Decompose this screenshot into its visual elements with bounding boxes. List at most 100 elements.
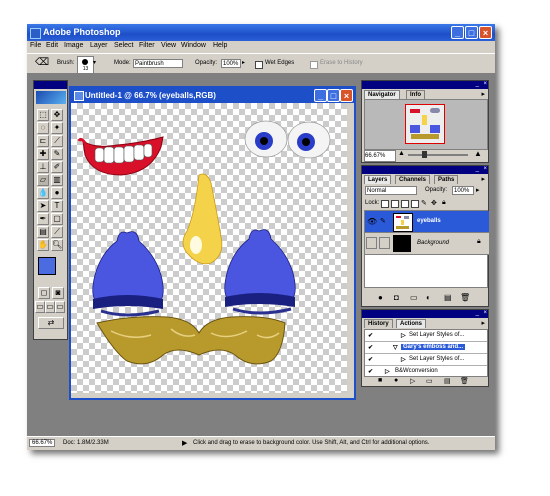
gradient-tool-icon[interactable]: ▥ — [51, 174, 63, 186]
adobe-online-icon[interactable] — [36, 91, 66, 104]
eraser-tool-icon[interactable]: ▱ — [37, 174, 49, 186]
eyedropper-tool-icon[interactable]: ⟋ — [51, 226, 63, 238]
navigator-titlebar[interactable]: _ × — [362, 81, 488, 89]
menu-window[interactable]: Window — [181, 42, 206, 49]
tab-navigator[interactable]: Navigator — [364, 90, 400, 99]
doc-close-button[interactable]: × — [340, 89, 353, 102]
lasso-tool-icon[interactable]: ◌ — [37, 122, 49, 134]
mode-select[interactable]: Paintbrush — [133, 59, 183, 68]
window-titlebar[interactable]: Adobe Photoshop _ □ × — [27, 24, 495, 41]
hand-tool-icon[interactable]: ✋ — [37, 239, 49, 251]
layer-style-icon[interactable]: ● — [378, 293, 383, 302]
visibility-toggle-box[interactable] — [366, 237, 377, 249]
status-arrow-icon[interactable]: ▶ — [182, 439, 187, 447]
doc-maximize-button[interactable]: □ — [327, 89, 340, 102]
standard-mode-icon[interactable]: ◻ — [38, 287, 50, 299]
palette-menu-arrow-icon[interactable]: ▸ — [481, 90, 485, 98]
tab-info[interactable]: Info — [406, 90, 425, 99]
trash-icon[interactable]: 🗑︎ — [460, 293, 470, 302]
layer-mask-icon[interactable]: ◘ — [394, 293, 399, 302]
play-icon[interactable]: ▷ — [410, 377, 415, 385]
adjustment-layer-icon[interactable]: ◐ — [426, 293, 431, 302]
path-select-tool-icon[interactable]: ➤ — [37, 200, 49, 212]
lock-image-checkbox[interactable] — [391, 200, 399, 208]
zoom-slider[interactable] — [408, 151, 468, 158]
notes-tool-icon[interactable]: ▤ — [37, 226, 49, 238]
history-brush-icon[interactable]: ✐ — [51, 161, 63, 173]
tab-channels[interactable]: Channels — [395, 175, 431, 184]
layer-opacity-field[interactable]: 100% — [452, 186, 474, 195]
navigator-preview[interactable] — [364, 99, 488, 150]
eraser-icon[interactable]: ⌫ — [35, 57, 49, 68]
screen-mode-standard-icon[interactable]: ▭ — [35, 301, 45, 313]
trash-icon[interactable]: 🗑︎ — [460, 377, 469, 385]
action-row[interactable]: ✔ ▷ B&Wconversion — [365, 366, 487, 376]
chevron-right-icon[interactable]: ▸ — [476, 186, 480, 194]
menu-select[interactable]: Select — [114, 42, 133, 49]
eye-visibility-icon[interactable]: 👁︎ — [367, 217, 377, 226]
menu-layer[interactable]: Layer — [90, 42, 108, 49]
image-canvas[interactable] — [71, 103, 347, 393]
chevron-right-icon[interactable]: ▸ — [242, 59, 245, 66]
actions-titlebar[interactable]: _ × — [362, 310, 488, 318]
minimize-button[interactable]: _ — [451, 26, 464, 39]
navigator-zoom-field[interactable]: 66.67% — [364, 150, 396, 162]
layer-set-icon[interactable]: ▭ — [410, 293, 418, 302]
pen-tool-icon[interactable]: ✒ — [37, 213, 49, 225]
palette-minimize-icon[interactable]: _ — [476, 166, 479, 172]
layer-row-background[interactable]: Background 🔒︎ — [365, 233, 489, 255]
action-row[interactable]: ✔ ▷ Set Layer Styles of... — [365, 330, 487, 342]
quickmask-mode-icon[interactable]: ◙ — [52, 287, 64, 299]
blur-tool-icon[interactable]: 💧 — [37, 187, 49, 199]
zoom-in-icon[interactable]: ▲ — [474, 149, 482, 158]
palette-close-icon[interactable]: × — [483, 310, 487, 316]
menu-edit[interactable]: Edit — [46, 42, 58, 49]
stop-icon[interactable]: ■ — [378, 377, 382, 384]
canvas-vertical-scrollbar[interactable] — [347, 103, 354, 393]
marquee-tool-icon[interactable]: ⬚ — [37, 109, 49, 121]
tab-actions[interactable]: Actions — [396, 319, 427, 328]
opacity-field[interactable]: 100% — [221, 59, 241, 68]
lock-position-checkbox[interactable] — [401, 200, 409, 208]
status-zoom[interactable]: 66.67% — [29, 439, 56, 447]
healing-tool-icon[interactable]: ✚ — [37, 148, 49, 160]
menu-image[interactable]: Image — [64, 42, 83, 49]
tab-paths[interactable]: Paths — [434, 175, 459, 184]
zoom-out-icon[interactable]: ▲ — [398, 150, 405, 157]
tab-history[interactable]: History — [364, 319, 393, 328]
link-toggle-box[interactable] — [379, 237, 390, 249]
slice-tool-icon[interactable]: ⟋ — [51, 135, 63, 147]
layers-titlebar[interactable]: _ × — [362, 166, 488, 174]
magic-wand-tool-icon[interactable]: ✦ — [51, 122, 63, 134]
shape-tool-icon[interactable]: ▢ — [51, 213, 63, 225]
palette-menu-arrow-icon[interactable]: ▸ — [481, 175, 485, 183]
action-row-selected[interactable]: ✔ ▽ Gary's emboss and... — [365, 342, 487, 354]
toolbox-titlebar[interactable] — [34, 81, 67, 89]
stamp-tool-icon[interactable]: ⊥ — [37, 161, 49, 173]
move-tool-icon[interactable]: ✥ — [51, 109, 63, 121]
zoom-tool-icon[interactable]: 🔍︎ — [51, 239, 63, 251]
jump-to-imageready-icon[interactable]: ⇄ — [38, 317, 64, 329]
maximize-button[interactable]: □ — [465, 26, 478, 39]
palette-menu-arrow-icon[interactable]: ▸ — [481, 319, 485, 327]
lock-transparency-checkbox[interactable] — [381, 200, 389, 208]
brush-picker[interactable]: 13 — [77, 56, 94, 74]
foreground-color-swatch[interactable] — [38, 257, 56, 275]
palette-close-icon[interactable]: × — [483, 166, 487, 172]
dodge-tool-icon[interactable]: ● — [51, 187, 63, 199]
type-tool-icon[interactable]: T — [51, 200, 63, 212]
chevron-down-icon[interactable]: ▾ — [93, 59, 96, 66]
wet-edges-checkbox[interactable] — [255, 61, 263, 69]
zoom-slider-handle[interactable] — [422, 151, 427, 158]
brush-tool-icon[interactable]: ✎ — [51, 148, 63, 160]
new-set-icon[interactable]: ▭ — [426, 377, 433, 385]
erase-history-checkbox[interactable] — [310, 61, 318, 69]
menu-file[interactable]: File — [30, 42, 41, 49]
screen-mode-full-icon[interactable]: ▭ — [55, 301, 65, 313]
crop-tool-icon[interactable]: ⊏ — [37, 135, 49, 147]
layer-row-eyeballs[interactable]: 👁︎ ✎ eyeballs — [365, 211, 489, 233]
action-row[interactable]: ✔ ▷ Set Layer Styles of... — [365, 354, 487, 366]
tab-layers[interactable]: Layers — [364, 175, 392, 184]
palette-close-icon[interactable]: × — [483, 81, 487, 87]
lock-all-checkbox[interactable] — [411, 200, 419, 208]
